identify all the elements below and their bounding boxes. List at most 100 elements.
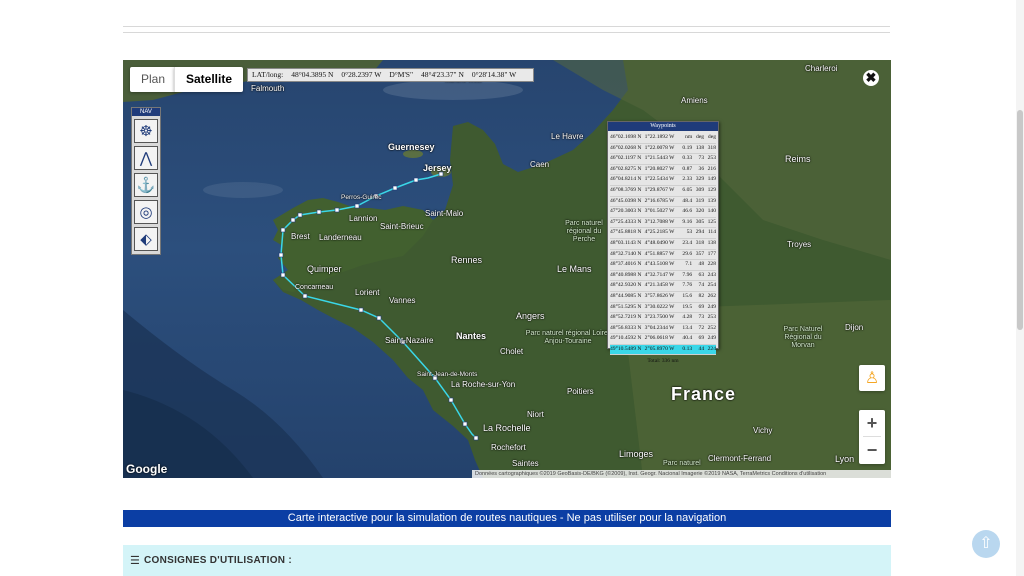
eraser-icon[interactable]: ⬖: [134, 227, 158, 251]
waypoint-cell: 3°23.7500 W: [644, 314, 675, 321]
zoom-in-button[interactable]: +: [859, 410, 885, 436]
waypoint-row[interactable]: 48°52.7219 N 3°23.7500 W 4.28 73 253: [610, 313, 716, 324]
zoom-out-button[interactable]: −: [859, 437, 885, 463]
waypoint-cell: 4°32.7147 W: [644, 271, 675, 278]
waypoint-row[interactable]: 47°25.4333 N 3°12.7088 W 9.16 305 125: [610, 218, 716, 229]
place-label: Limoges: [619, 449, 654, 459]
map-attribution[interactable]: Données cartographiques ©2019 GeoBasis-D…: [472, 470, 891, 478]
waypoint-row[interactable]: 46°04.8214 N 1°22.5434 W 2.33 329 149: [610, 175, 716, 186]
waypoint-row[interactable]: 46°02.1698 N 1°22.1892 Wnm deg deg: [610, 133, 716, 144]
arrow-up-circle-icon[interactable]: ⇧: [972, 530, 1000, 558]
waypoint-cell: 49°10.4592 N: [610, 335, 642, 342]
waypoint-cell: 46°02.1698 N: [610, 134, 642, 140]
place-label: Saint-Jean-de-Monts: [417, 371, 478, 378]
waypoint-row[interactable]: 48°44.9085 N 3°57.8626 W 15.6 82 262: [610, 292, 716, 303]
waypoint-row[interactable]: 46°02.1197 N 1°21.5443 W 0.33 73 253: [610, 154, 716, 165]
waypoint-row[interactable]: 48°51.5295 N 3°30.0222 W 19.5 69 249: [610, 303, 716, 314]
scrollbar-thumb[interactable]: [1017, 110, 1023, 330]
waypoint-cell: 46°02.1197 N: [610, 155, 642, 162]
place-label: La Rochelle: [483, 423, 531, 433]
waypoint-cell: 253: [707, 155, 716, 162]
waypoint-row[interactable]: 48°03.1143 N 4°48.0490 W 23.4 318 138: [610, 239, 716, 250]
waypoint-cell: 3°01.5027 W: [644, 208, 675, 215]
waypoint-row[interactable]: 48°42.9320 N 4°21.3458 W 7.76 74 254: [610, 281, 716, 292]
waypoint-row[interactable]: 46°45.0398 N 2°16.6785 W 48.4 319 139: [610, 197, 716, 208]
place-label: Charleroi: [805, 64, 838, 73]
usage-instructions-header[interactable]: ☰ CONSIGNES D'UTILISATION :: [123, 545, 891, 576]
place-label: Niort: [527, 410, 544, 419]
waypoint-cell: 48.4: [682, 197, 693, 204]
map-type-plan-button[interactable]: Plan: [130, 67, 177, 92]
waypoint-cell: 318: [695, 239, 705, 246]
compass-dividers-icon[interactable]: ⋀: [134, 146, 158, 170]
menu-icon: ☰: [130, 555, 140, 567]
dms-latitude-value: 48°4'23.37" N: [421, 70, 464, 79]
waypoint-cell: 74: [698, 282, 705, 289]
waypoint-row[interactable]: 46°02.0268 N 1°22.0078 W 0.19 138 318: [610, 144, 716, 155]
waypoint-cell: 1°22.0078 W: [644, 144, 675, 151]
waypoint-row[interactable]: 48°37.4016 N 4°43.5108 W 7.1 48 228: [610, 260, 716, 271]
waypoint-cell: 114: [707, 229, 716, 236]
waypoint-row[interactable]: 46°08.3769 N 1°29.8767 W 6.05 309 129: [610, 186, 716, 197]
place-label: Vichy: [753, 426, 773, 435]
place-label: Clermont-Ferrand: [708, 454, 772, 463]
waypoint-row[interactable]: 49°10.5489 N 2°05.8970 W 0.13 44 224: [610, 344, 716, 356]
waypoint-cell: 48°52.7219 N: [610, 314, 642, 321]
waypoint-cell: nm: [685, 134, 693, 140]
waypoint-cell: 7.96: [682, 271, 693, 278]
waypoint-cell: 149: [707, 176, 716, 183]
waypoint-cell: 29.6: [682, 250, 693, 257]
latitude-value: 48°04.3895 N: [291, 70, 334, 79]
waypoint-cell: 7.76: [682, 282, 693, 289]
waypoint-row[interactable]: 46°02.8275 N 1°20.8027 W 0.87 36 216: [610, 165, 716, 176]
waypoint-row[interactable]: 48°56.8333 N 3°04.2344 W 13.4 72 252: [610, 324, 716, 335]
waypoints-panel[interactable]: Waypoints 46°02.1698 N 1°22.1892 Wnm deg de…: [607, 121, 719, 364]
total-value: 336: [661, 358, 671, 365]
waypoint-cell: 4°48.0490 W: [644, 239, 675, 246]
waypoint-cell: 46.6: [682, 208, 693, 215]
anchor-icon[interactable]: ⚓: [134, 173, 158, 197]
park-label: Parc naturel régional Loire-Anjou-Tourai…: [525, 330, 611, 345]
lifebuoy-icon[interactable]: ◎: [134, 200, 158, 224]
waypoint-cell: 2°06.0618 W: [644, 335, 675, 342]
nautical-map[interactable]: Charleroi Falmouth Manche West Amiens Le…: [123, 60, 891, 478]
waypoint-cell: 3°12.7088 W: [644, 218, 675, 225]
waypoint-cell: 309: [695, 186, 705, 193]
waypoint-cell: deg: [696, 134, 705, 140]
page-scrollbar[interactable]: [1016, 0, 1024, 576]
waypoint-row[interactable]: 47°45.8818 N 4°25.2185 W 53 294 114: [610, 228, 716, 239]
waypoint-cell: 3°57.8626 W: [644, 292, 675, 299]
place-label: Angers: [516, 311, 545, 321]
waypoint-row[interactable]: 49°10.4592 N 2°06.0618 W 40.4 69 249: [610, 334, 716, 345]
waypoint-cell: 73: [698, 155, 705, 162]
close-icon[interactable]: ✖: [863, 70, 879, 86]
waypoint-row[interactable]: 48°32.7140 N 4°51.8857 W 29.6 357 177: [610, 250, 716, 261]
waypoint-cell: 15.6: [682, 292, 693, 299]
waypoint-cell: 47°20.3003 N: [610, 208, 642, 215]
place-label: Rennes: [451, 255, 483, 265]
street-view-pegman-icon[interactable]: ♙: [859, 365, 885, 391]
waypoint-row[interactable]: 48°40.8988 N 4°32.7147 W 7.96 63 243: [610, 271, 716, 282]
waypoints-total: Total: 336 nm: [608, 356, 718, 366]
waypoint-cell: 1°21.5443 W: [644, 155, 675, 162]
waypoint-cell: 139: [707, 197, 716, 204]
waypoint-cell: 1°22.1892 W: [644, 134, 675, 140]
map-type-satellite-button[interactable]: Satellite: [174, 67, 244, 92]
waypoint-cell: 2.33: [682, 176, 693, 183]
waypoint-cell: 4°21.3458 W: [644, 282, 675, 289]
waypoint-cell: 1°22.5434 W: [644, 176, 675, 183]
waypoint-cell: 177: [707, 250, 716, 257]
dms-label: D°M'S": [389, 70, 414, 79]
waypoint-cell: deg: [707, 134, 716, 140]
waypoints-title: Waypoints: [608, 122, 718, 131]
helm-wheel-icon[interactable]: ☸: [134, 119, 158, 143]
info-banner: Carte interactive pour la simulation de …: [123, 510, 891, 527]
place-label: Saint-Nazaire: [385, 336, 434, 345]
waypoint-cell: 4°51.8857 W: [644, 250, 675, 257]
waypoint-cell: 46°04.8214 N: [610, 176, 642, 183]
place-label: Saintes: [512, 459, 539, 468]
waypoint-cell: 44: [698, 345, 705, 352]
park-label: Parc naturel: [663, 460, 701, 467]
waypoint-row[interactable]: 47°20.3003 N 3°01.5027 W 46.6 320 140: [610, 207, 716, 218]
place-label: Vannes: [389, 296, 416, 305]
